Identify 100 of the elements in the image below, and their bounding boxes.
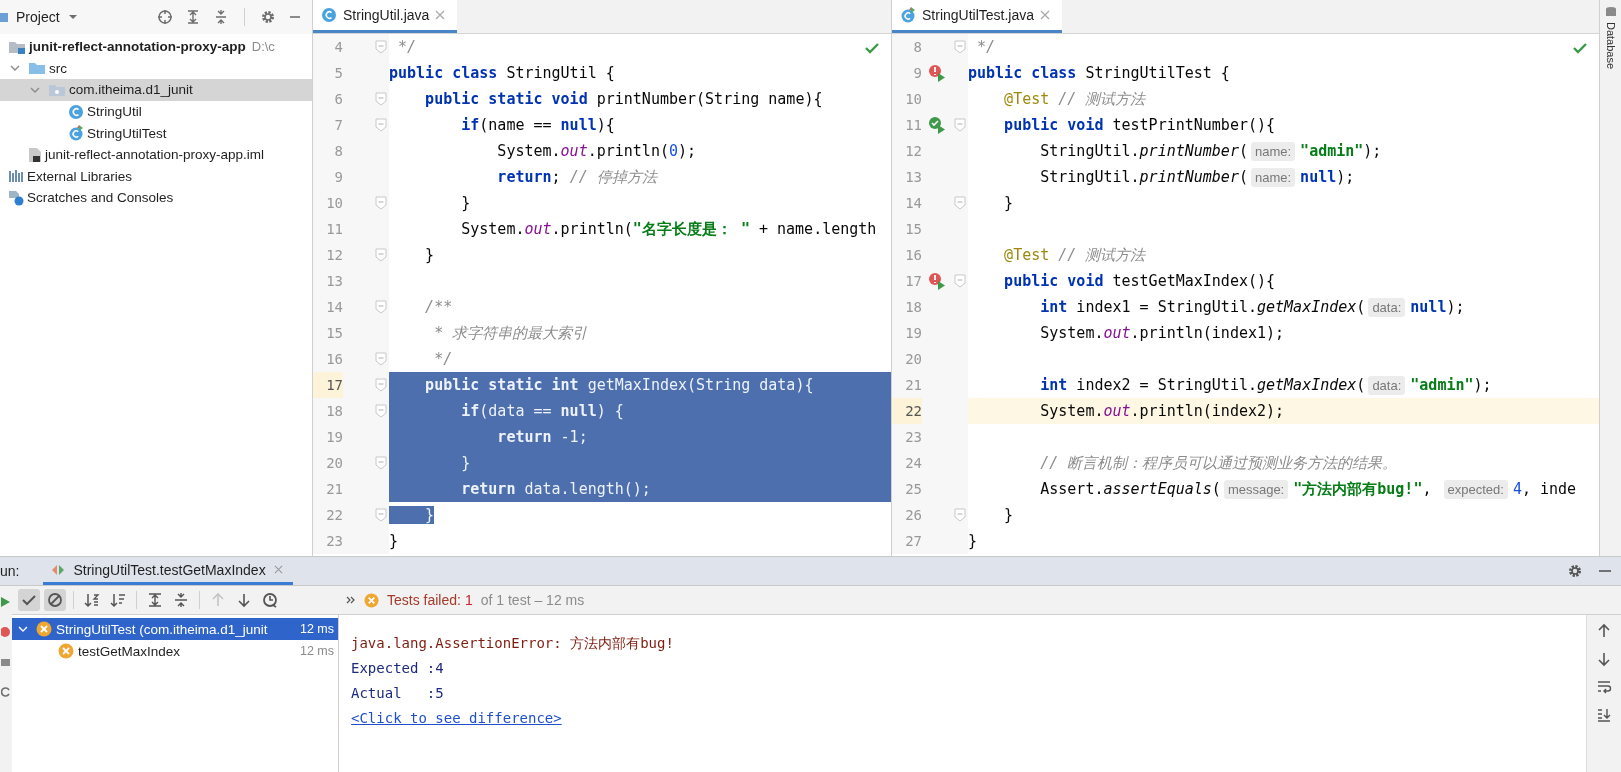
tree-item[interactable]: External Libraries — [0, 165, 312, 188]
line-number: 19 — [904, 324, 922, 343]
difference-link[interactable]: <Click to see difference> — [351, 706, 562, 731]
fold-marker-icon[interactable] — [954, 274, 966, 288]
run-test-icon[interactable] — [928, 116, 946, 134]
fold-marker-icon[interactable] — [375, 300, 387, 314]
settings-icon[interactable] — [1567, 563, 1583, 579]
code-line: */ — [433, 349, 454, 370]
code-line: public class StringUtil { — [389, 63, 616, 84]
line-number: 12 — [325, 246, 343, 265]
test-item[interactable]: StringUtilTest (com.itheima.d1_junit 12 ms — [12, 618, 338, 640]
run-test-icon[interactable] — [928, 64, 946, 82]
fold-marker-icon[interactable] — [954, 118, 966, 132]
fold-marker-icon[interactable] — [954, 196, 966, 210]
line-number: 12 — [904, 142, 922, 161]
fold-marker-icon[interactable] — [375, 378, 387, 392]
show-ignored-button[interactable] — [44, 589, 66, 611]
run-test-icon[interactable] — [928, 272, 946, 290]
tree-item[interactable]: junit-reflect-annotation-proxy-app D:\c — [0, 36, 312, 58]
fold-marker-icon[interactable] — [375, 40, 387, 54]
close-icon[interactable] — [435, 10, 446, 20]
fold-marker-icon[interactable] — [375, 352, 387, 366]
fold-marker-icon[interactable] — [375, 92, 387, 106]
database-icon — [1604, 6, 1617, 18]
line-number: 5 — [333, 64, 343, 83]
tree-item[interactable]: StringUtil — [0, 100, 312, 123]
code-line: * 求字符串的最大索引 — [433, 323, 589, 344]
code-line: StringUtil.printNumber( name: null); — [1039, 167, 1356, 189]
expand-all-icon[interactable] — [185, 9, 201, 25]
path-hint: D:\c — [251, 39, 275, 55]
failed-icon — [364, 592, 379, 608]
arrow-up-icon[interactable] — [1596, 623, 1612, 639]
fold-marker-icon[interactable] — [375, 196, 387, 210]
show-passed-button[interactable] — [18, 589, 40, 611]
line-number: 17 — [313, 372, 343, 398]
fold-marker-icon[interactable] — [954, 40, 966, 54]
code-line: @Test // 测试方法 — [1003, 245, 1147, 266]
fold-marker-icon[interactable] — [375, 508, 387, 522]
line-number: 9 — [912, 64, 922, 83]
tree-item[interactable]: StringUtilTest — [0, 122, 312, 144]
code-line: public void testGetMaxIndex(){ — [1003, 271, 1277, 292]
fold-marker-icon[interactable] — [375, 404, 387, 418]
line-number: 19 — [325, 428, 343, 447]
crosshair-icon[interactable] — [157, 9, 173, 25]
code-line: System.out.println(0); — [496, 141, 698, 162]
code-line: } — [1003, 505, 1015, 526]
code-line: } — [389, 502, 891, 528]
code-line: @Test // 测试方法 — [1003, 89, 1147, 110]
scratch-file-icon — [8, 189, 24, 206]
folder-icon — [28, 60, 46, 77]
line-number: 8 — [333, 142, 343, 161]
project-view-dropdown[interactable]: Project — [10, 9, 84, 25]
scroll-to-end-icon[interactable] — [1596, 707, 1612, 723]
test-item[interactable]: testGetMaxIndex 12 ms — [12, 640, 338, 662]
code-line: int index2 = StringUtil.getMaxIndex( data: "admin"); — [1039, 375, 1493, 397]
database-tab[interactable]: Database — [1604, 6, 1617, 86]
tree-item[interactable]: Scratches and Consoles — [0, 187, 312, 209]
sort-icon — [110, 592, 126, 608]
line-number: 27 — [904, 532, 922, 551]
code-line: int index1 = StringUtil.getMaxIndex( data: null); — [1039, 297, 1466, 319]
line-number: 21 — [904, 376, 922, 395]
tree-item[interactable]: src — [0, 57, 312, 80]
arrow-down-icon[interactable] — [1596, 651, 1612, 667]
code-line: public class StringUtilTest { — [968, 63, 1231, 84]
line-number: 18 — [904, 298, 922, 317]
console-line: Expected :4 — [351, 659, 445, 678]
fold-marker-icon[interactable] — [375, 118, 387, 132]
tree-item[interactable]: junit-reflect-annotation-proxy-app.iml — [0, 143, 312, 166]
class-icon — [321, 7, 337, 23]
code-line: public void testPrintNumber(){ — [1003, 115, 1277, 136]
prohibited-icon — [47, 592, 63, 608]
line-number: 10 — [325, 194, 343, 213]
code-line: */ — [397, 37, 418, 58]
error-icon[interactable] — [1, 626, 11, 638]
tree-item[interactable]: com.itheima.d1_junit — [0, 79, 312, 101]
refresh-icon[interactable] — [1, 686, 11, 698]
package-folder-icon — [48, 82, 66, 98]
check-icon — [21, 592, 37, 608]
code-line: } — [968, 531, 979, 552]
more-icon[interactable] — [346, 595, 356, 605]
editor-tab[interactable]: StringUtil.java — [313, 0, 458, 33]
line-number: 6 — [333, 90, 343, 109]
soft-wrap-icon[interactable] — [1596, 679, 1612, 695]
code-line: } — [389, 531, 400, 552]
code-line: } — [1003, 193, 1015, 214]
fold-marker-icon[interactable] — [375, 248, 387, 262]
line-number: 26 — [904, 506, 922, 525]
editor-tab[interactable]: StringUtilTest.java — [892, 0, 1063, 33]
settings-icon[interactable] — [260, 9, 276, 25]
line-number: 22 — [892, 398, 922, 424]
fold-marker-icon[interactable] — [375, 456, 387, 470]
collapse-all-icon[interactable] — [213, 9, 229, 25]
close-icon[interactable] — [1040, 10, 1051, 20]
line-number: 14 — [325, 298, 343, 317]
close-icon[interactable] — [273, 565, 283, 574]
arrow-down-icon — [236, 592, 252, 608]
code-line: if(name == null){ — [460, 115, 616, 136]
fold-marker-icon[interactable] — [954, 508, 966, 522]
tool-window-label: un: — [0, 563, 20, 579]
line-number: 10 — [904, 90, 922, 109]
